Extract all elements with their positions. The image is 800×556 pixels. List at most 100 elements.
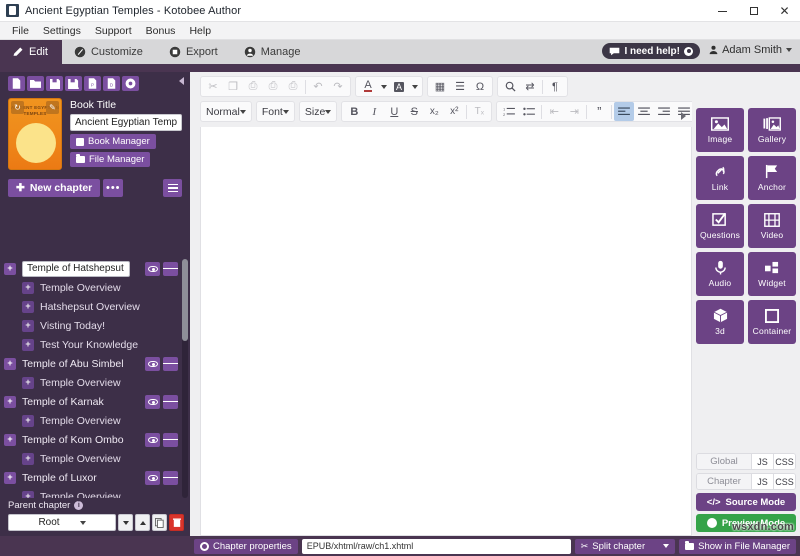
insert-widget-button[interactable]: Widget [748, 252, 796, 296]
import-pdf-icon[interactable]: P [84, 76, 101, 91]
tree-node-6[interactable]: + Temple Overview [4, 373, 190, 392]
chapter-list-menu-button[interactable] [163, 179, 182, 197]
special-character-icon[interactable]: Ω [470, 77, 490, 96]
book-title-input[interactable] [70, 114, 182, 131]
node-menu-icon[interactable] [163, 432, 178, 447]
editor-content-area[interactable] [200, 127, 692, 536]
page-break-icon[interactable]: ¶ [545, 77, 565, 96]
file-manager-button[interactable]: File Manager [70, 152, 151, 167]
menu-file[interactable]: File [5, 23, 36, 39]
book-manager-button[interactable]: Book Manager [70, 134, 156, 149]
decrease-indent-icon[interactable]: ⇤ [544, 102, 564, 121]
strikethrough-icon[interactable]: S [404, 102, 424, 121]
tree-node-11[interactable]: + Temple of Luxor [4, 468, 190, 487]
numbered-list-icon[interactable]: 12 [499, 102, 519, 121]
insert-video-button[interactable]: Video [748, 204, 796, 248]
expand-icon[interactable]: + [4, 433, 16, 446]
tab-manage[interactable]: Manage [232, 40, 315, 64]
visibility-eye-icon[interactable] [145, 470, 160, 485]
horizontal-rule-icon[interactable]: ☰ [450, 77, 470, 96]
preview-mode-button[interactable]: Preview Mode wsxdn.com [696, 514, 796, 533]
show-in-file-manager-button[interactable]: Show in File Manager [679, 538, 796, 554]
text-color-dropdown-icon[interactable] [378, 77, 389, 96]
menu-help[interactable]: Help [182, 23, 218, 39]
collapse-sidebar-icon[interactable] [179, 77, 184, 85]
scrollbar-thumb-upper[interactable] [182, 259, 188, 341]
insert-image-button[interactable]: Image [696, 108, 744, 152]
align-left-icon[interactable] [614, 102, 635, 121]
tree-node-8[interactable]: + Temple Overview [4, 411, 190, 430]
expand-icon[interactable]: + [22, 490, 34, 498]
global-js-button[interactable]: JS [751, 454, 773, 469]
node-menu-icon[interactable] [163, 356, 178, 371]
expand-icon[interactable]: + [22, 452, 34, 465]
tree-node-3[interactable]: + Visting Today! [4, 316, 190, 335]
save-as-icon[interactable] [65, 76, 82, 91]
refresh-icon[interactable]: ↻ [11, 101, 24, 114]
redo-icon[interactable]: ↷ [328, 77, 348, 96]
split-chapter-button[interactable]: ✂ Split chapter [574, 538, 676, 554]
paste-from-word-icon[interactable]: ⎙ [283, 77, 303, 96]
menu-settings[interactable]: Settings [36, 23, 88, 39]
tree-node-4[interactable]: + Test Your Knowledge [4, 335, 190, 354]
replace-icon[interactable]: ⇄ [520, 77, 540, 96]
copy-icon[interactable]: ❐ [223, 77, 243, 96]
node-menu-icon[interactable] [163, 394, 178, 409]
delete-button[interactable] [169, 514, 184, 531]
visibility-eye-icon[interactable] [145, 432, 160, 447]
minimize-button[interactable] [707, 0, 738, 22]
menu-support[interactable]: Support [88, 23, 139, 39]
font-family-select[interactable]: Font [255, 101, 295, 122]
open-folder-icon[interactable] [27, 76, 44, 91]
align-right-icon[interactable] [654, 102, 674, 121]
underline-icon[interactable]: U [384, 102, 404, 121]
chapter-properties-button[interactable]: Chapter properties [194, 538, 298, 554]
superscript-icon[interactable]: x² [444, 102, 464, 121]
insert-link-button[interactable]: Link [696, 156, 744, 200]
expand-icon[interactable]: + [22, 376, 34, 389]
new-chapter-button[interactable]: ✚ New chapter [8, 179, 101, 197]
tree-node-10[interactable]: + Temple Overview [4, 449, 190, 468]
align-center-icon[interactable] [634, 102, 654, 121]
expand-icon[interactable]: + [22, 319, 34, 332]
chapter-tree-scrollbar[interactable] [182, 259, 188, 498]
paste-text-icon[interactable]: ⎙ [263, 77, 283, 96]
tree-node-9[interactable]: + Temple of Kom Ombo [4, 430, 190, 449]
tab-edit[interactable]: Edit [0, 40, 62, 64]
source-mode-button[interactable]: </> Source Mode [696, 493, 796, 511]
expand-icon[interactable]: + [22, 300, 34, 313]
chapter-path-field[interactable]: EPUB/xhtml/raw/ch1.xhtml [301, 538, 571, 554]
paste-icon[interactable]: ⎙ [243, 77, 263, 96]
tree-node-12[interactable]: + Temple Overview [4, 487, 190, 498]
italic-icon[interactable]: I [364, 102, 384, 121]
user-menu[interactable]: Adam Smith [709, 44, 792, 56]
find-icon[interactable] [500, 77, 520, 96]
expand-icon[interactable]: + [22, 338, 34, 351]
chapter-rename-input[interactable] [22, 260, 130, 277]
expand-icon[interactable]: + [22, 414, 34, 427]
chapter-js-button[interactable]: JS [751, 474, 773, 489]
visibility-eye-icon[interactable] [145, 394, 160, 409]
tab-customize[interactable]: Customize [62, 40, 157, 64]
move-down-button[interactable] [118, 514, 133, 531]
increase-indent-icon[interactable]: ⇥ [564, 102, 584, 121]
expand-icon[interactable]: + [22, 281, 34, 294]
remove-format-icon[interactable]: Tₓ [469, 102, 489, 121]
paragraph-style-select[interactable]: Normal [200, 101, 252, 122]
menu-bonus[interactable]: Bonus [139, 23, 183, 39]
background-color-dropdown-icon[interactable] [409, 77, 420, 96]
node-menu-icon[interactable] [163, 261, 178, 276]
insert-gallery-button[interactable]: Gallery [748, 108, 796, 152]
cut-icon[interactable]: ✂ [203, 77, 223, 96]
expand-icon[interactable]: + [4, 357, 16, 370]
insert-3d-button[interactable]: 3d [696, 300, 744, 344]
table-icon[interactable]: ▦ [430, 77, 450, 96]
save-icon[interactable] [46, 76, 63, 91]
node-menu-icon[interactable] [163, 470, 178, 485]
tree-node-5[interactable]: + Temple of Abu Simbel [4, 354, 190, 373]
bulleted-list-icon[interactable] [519, 102, 539, 121]
publish-globe-icon[interactable] [122, 76, 139, 91]
expand-icon[interactable]: + [4, 262, 16, 275]
undo-icon[interactable]: ↶ [308, 77, 328, 96]
info-icon[interactable]: i [74, 501, 84, 510]
